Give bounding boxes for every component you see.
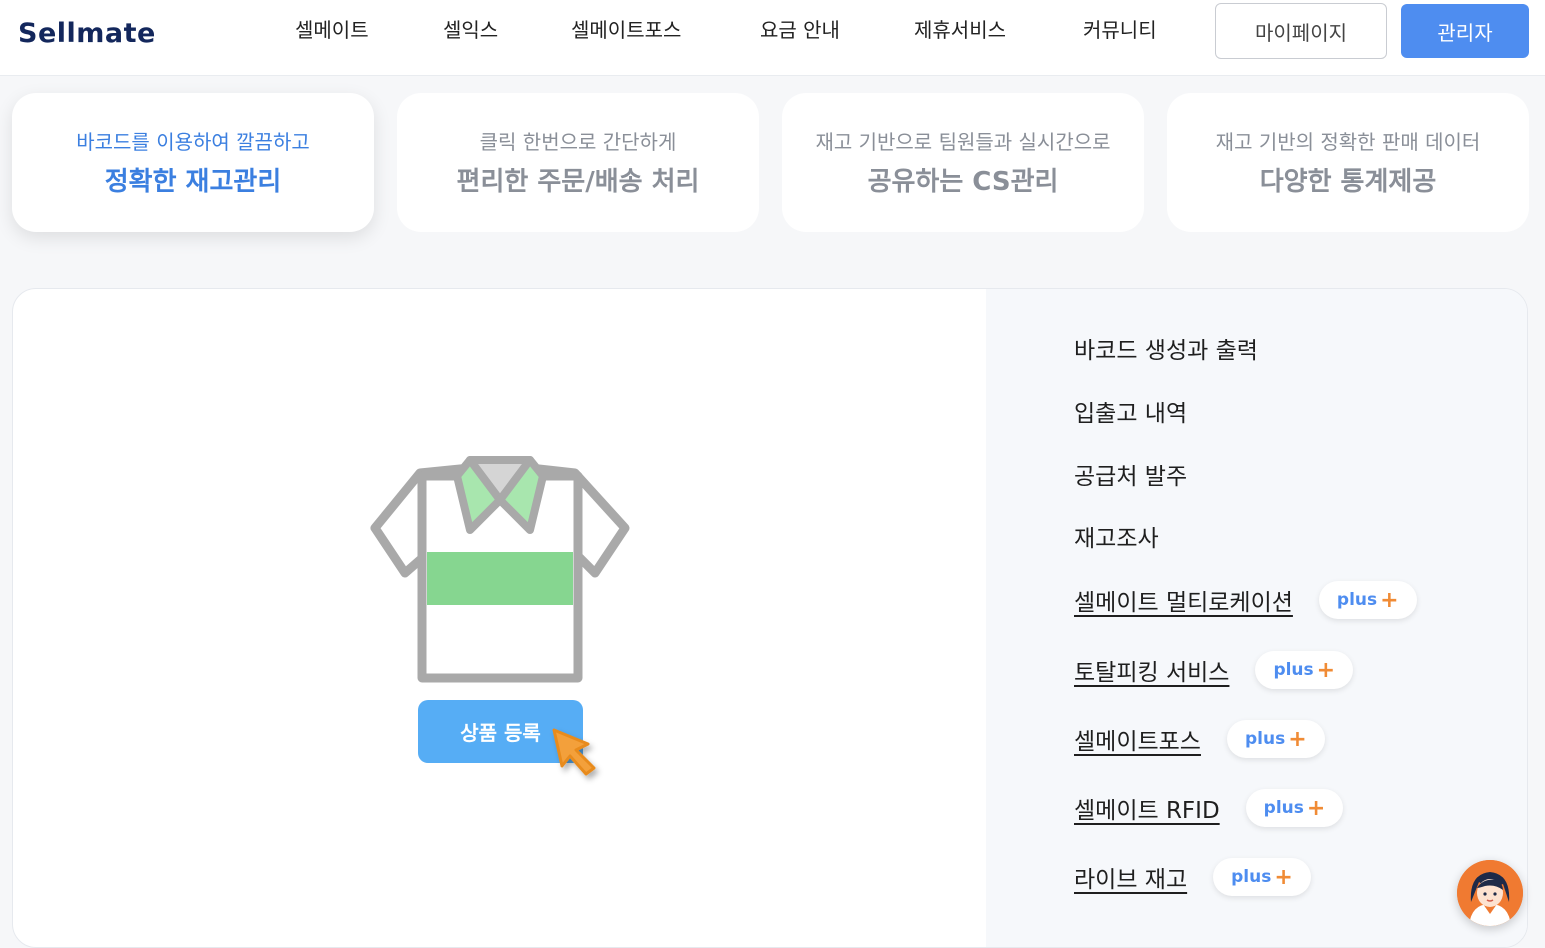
plus-badge: plus + xyxy=(1255,651,1354,689)
cursor-arrow-icon xyxy=(552,728,596,776)
feature-label: 재고조사 xyxy=(1074,526,1159,552)
nav-item-sellmate-pos[interactable]: 셀메이트포스 xyxy=(571,14,681,43)
plus-sign-icon: + xyxy=(1316,657,1336,683)
feature-item-multilocation[interactable]: 셀메이트 멀티로케이션 plus + xyxy=(1074,581,1417,619)
mypage-button[interactable]: 마이페이지 xyxy=(1215,3,1387,59)
feature-link[interactable]: 셀메이트포스 xyxy=(1074,722,1201,756)
tab-inventory-management[interactable]: 바코드를 이용하여 깔끔하고 정확한 재고관리 xyxy=(12,93,374,232)
nav-item-sellmate[interactable]: 셀메이트 xyxy=(295,14,369,43)
plus-badge-text: plus xyxy=(1231,867,1272,887)
tab-statistics[interactable]: 재고 기반의 정확한 판매 데이터 다양한 통계제공 xyxy=(1167,93,1529,232)
feature-label: 바코드 생성과 출력 xyxy=(1074,338,1258,364)
top-header: Sellmate 셀메이트 셀익스 셀메이트포스 요금 안내 제휴서비스 커뮤니… xyxy=(0,0,1545,76)
tab-title: 다양한 통계제공 xyxy=(1259,167,1437,197)
tab-title: 공유하는 CS관리 xyxy=(867,167,1059,197)
plus-sign-icon: + xyxy=(1380,587,1399,613)
feature-link[interactable]: 토탈피킹 서비스 xyxy=(1074,653,1229,687)
polo-shirt-icon xyxy=(370,456,630,683)
plus-badge-text: plus xyxy=(1263,798,1304,818)
feature-item-barcode: 바코드 생성과 출력 xyxy=(1074,331,1258,365)
chat-avatar-icon xyxy=(1457,860,1523,926)
tab-order-shipping[interactable]: 클릭 한번으로 간단하게 편리한 주문/배송 처리 xyxy=(397,93,759,232)
plus-badge: plus + xyxy=(1318,581,1417,619)
tab-subtitle: 바코드를 이용하여 깔끔하고 xyxy=(76,130,310,154)
nav-item-community[interactable]: 커뮤니티 xyxy=(1083,14,1157,43)
feature-item-live-stock[interactable]: 라이브 재고 plus + xyxy=(1074,858,1311,896)
feature-item-sellmate-pos[interactable]: 셀메이트포스 plus + xyxy=(1074,720,1325,758)
nav-item-pricing[interactable]: 요금 안내 xyxy=(760,14,840,43)
feature-label: 공급처 발주 xyxy=(1074,464,1188,490)
tab-subtitle: 재고 기반으로 팀원들과 실시간으로 xyxy=(815,130,1111,154)
feature-item-stock-check: 재고조사 xyxy=(1074,519,1159,553)
plus-sign-icon: + xyxy=(1288,726,1307,752)
nav-item-sellex[interactable]: 셀익스 xyxy=(443,14,498,43)
plus-badge-text: plus xyxy=(1273,660,1314,680)
tab-cs-management[interactable]: 재고 기반으로 팀원들과 실시간으로 공유하는 CS관리 xyxy=(782,93,1144,232)
feature-item-in-out-history: 입출고 내역 xyxy=(1074,394,1187,428)
nav-item-partner-services[interactable]: 제휴서비스 xyxy=(914,14,1006,43)
chat-support-button[interactable] xyxy=(1457,860,1523,926)
feature-link[interactable]: 셀메이트 RFID xyxy=(1074,791,1220,825)
plus-sign-icon: + xyxy=(1274,864,1293,890)
tab-title: 편리한 주문/배송 처리 xyxy=(456,167,700,197)
sellmate-logo[interactable]: Sellmate xyxy=(18,18,156,49)
feature-label: 입출고 내역 xyxy=(1074,401,1188,427)
tab-title: 정확한 재고관리 xyxy=(104,167,282,197)
feature-item-supplier-order: 공급처 발주 xyxy=(1074,457,1187,491)
plus-sign-icon: + xyxy=(1306,795,1326,821)
plus-badge: plus + xyxy=(1226,720,1325,758)
feature-item-rfid[interactable]: 셀메이트 RFID plus + xyxy=(1074,789,1344,827)
feature-item-total-picking[interactable]: 토탈피킹 서비스 plus + xyxy=(1074,651,1354,689)
plus-badge: plus + xyxy=(1213,858,1311,896)
feature-link[interactable]: 라이브 재고 xyxy=(1074,860,1187,894)
content-panel: 바코드 생성과 출력 입출고 내역 공급처 발주 재고조사 셀메이트 멀티로케이… xyxy=(12,288,1528,948)
feature-list-panel: 바코드 생성과 출력 입출고 내역 공급처 발주 재고조사 셀메이트 멀티로케이… xyxy=(986,289,1527,947)
tab-subtitle: 재고 기반의 정확한 판매 데이터 xyxy=(1215,130,1481,154)
plus-badge: plus + xyxy=(1245,789,1344,827)
admin-button[interactable]: 관리자 xyxy=(1401,4,1529,58)
tab-subtitle: 클릭 한번으로 간단하게 xyxy=(479,130,677,154)
plus-badge-text: plus xyxy=(1336,590,1378,610)
feature-link[interactable]: 셀메이트 멀티로케이션 xyxy=(1074,583,1293,617)
plus-badge-text: plus xyxy=(1244,729,1286,749)
